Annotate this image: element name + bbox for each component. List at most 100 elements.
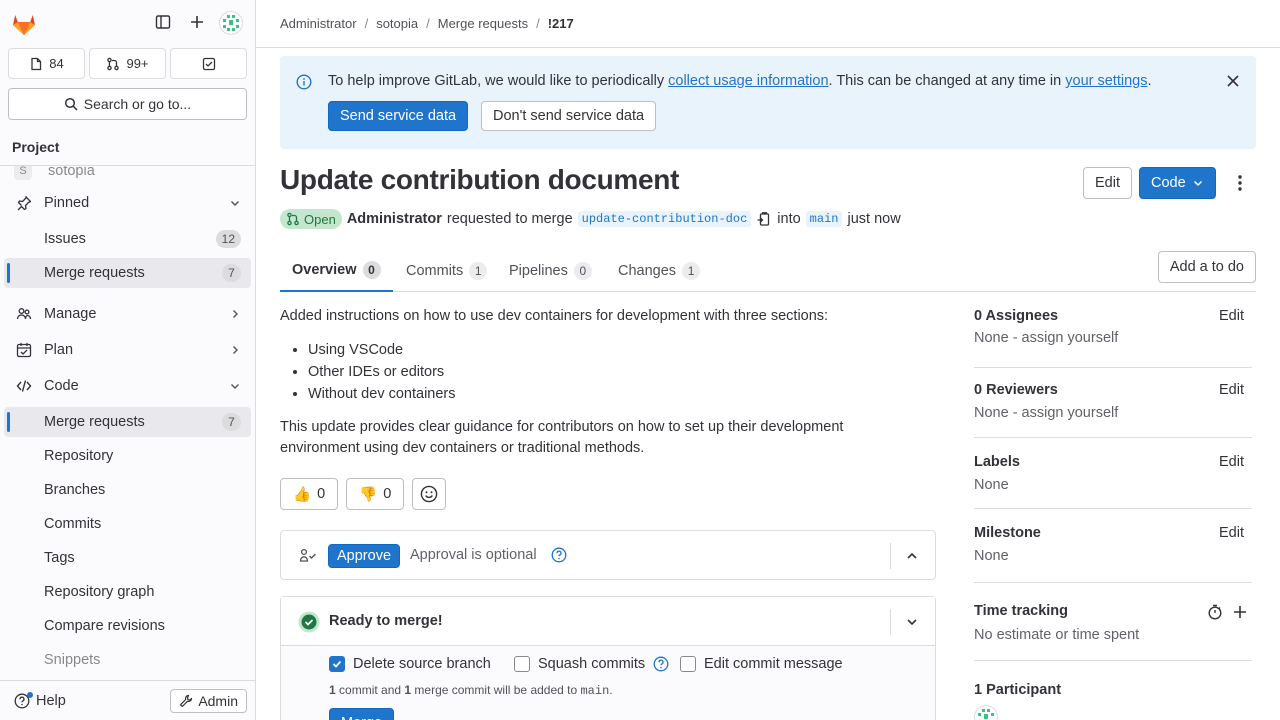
thumbs-up-count: 0 [317,486,326,502]
participant-avatar[interactable] [974,705,998,720]
sidebar-item-commits[interactable]: Commits [4,509,251,539]
approval-optional-text: Approval is optional [410,547,537,563]
checkbox-label: Delete source branch [353,656,491,672]
sidebar-item-pinned-merge-requests[interactable]: Merge requests 7 [4,258,251,288]
sidebar-item-pinned[interactable]: Pinned [4,188,251,218]
user-avatar-icon[interactable] [219,11,243,35]
source-branch[interactable]: update-contribution-doc [577,211,752,227]
reviewers-edit-button[interactable]: Edit [1219,382,1244,398]
code-dropdown-button[interactable]: Code [1139,167,1216,199]
tab-count: 1 [682,262,701,280]
copy-icon[interactable] [756,211,772,227]
sidebar-item-compare-revisions[interactable]: Compare revisions [4,611,251,641]
time-tracking-value: No estimate or time spent [974,627,1140,643]
sidebar-item-label: Snippets [44,652,101,668]
squash-commits-checkbox[interactable]: Squash commits [514,656,669,672]
chevron-up-icon[interactable] [905,549,919,563]
target-branch[interactable]: main [805,211,843,227]
question-icon[interactable] [551,547,567,563]
status-badge: Open [280,209,342,229]
sidebar-top-bar [0,0,255,48]
todos-button[interactable] [170,48,247,79]
description-list: Using VSCode Other IDEs or editors Witho… [308,339,900,405]
usage-information-link[interactable]: collect usage information [668,73,828,89]
thumbs-down-button[interactable]: 👎 0 [346,478,405,510]
breadcrumb-item[interactable]: Administrator [280,16,357,31]
project-section-header: Project [0,130,255,166]
sidebar-project-name[interactable]: S sotopia [4,166,251,186]
create-new-icon[interactable] [189,14,205,30]
dont-send-service-data-button[interactable]: Don't send service data [481,101,657,131]
breadcrumb-separator: / [536,16,540,31]
search-icon [64,97,78,111]
reviewers-title: 0 Reviewers [974,382,1058,398]
gitlab-logo-icon[interactable] [10,10,38,38]
tab-commits[interactable]: Commits 1 [394,250,499,292]
approve-button[interactable]: Approve [328,544,401,568]
ready-to-merge-text: Ready to merge! [329,613,443,629]
list-item: Other IDEs or editors [308,361,900,383]
reviewers-value[interactable]: None - assign yourself [974,405,1118,421]
assignees-edit-button[interactable]: Edit [1219,308,1244,324]
thumbs-down-icon: 👎 [359,486,378,503]
sidebar-item-label: Merge requests [44,414,145,430]
tab-changes[interactable]: Changes 1 [606,250,712,292]
tab-overview[interactable]: Overview 0 [280,250,393,292]
chevron-right-icon [229,344,241,356]
tab-count: 0 [573,262,592,280]
sidebar-item-merge-requests[interactable]: Merge requests 7 [4,407,251,437]
sidebar-item-label: Manage [44,306,97,322]
chevron-down-icon[interactable] [905,615,919,629]
sidebar-toggle-icon[interactable] [155,14,171,30]
issues-count-button[interactable]: 84 [8,48,85,79]
note-branch: main [580,684,610,698]
add-reaction-button[interactable] [412,478,447,510]
labels-edit-button[interactable]: Edit [1219,454,1244,470]
mr-meta: Open Administrator requested to merge up… [280,209,901,229]
question-icon[interactable] [653,656,669,672]
edit-commit-message-checkbox[interactable]: Edit commit message [680,656,843,672]
sidebar-item-tags[interactable]: Tags [4,543,251,573]
author-link[interactable]: Administrator [347,211,442,227]
banner-text: . [1147,73,1152,89]
project-name: sotopia [48,166,95,179]
sidebar-item-plan[interactable]: Plan [4,335,251,365]
users-icon [16,306,32,322]
sidebar-item-label: Compare revisions [44,618,165,634]
help-button[interactable]: Help [14,691,66,709]
add-todo-button[interactable]: Add a to do [1157,251,1256,283]
sidebar-item-branches[interactable]: Branches [4,475,251,505]
labels-block: Labels Edit None [974,438,1252,509]
delete-source-branch-checkbox[interactable]: Delete source branch [329,656,491,672]
add-time-icon[interactable] [1232,604,1248,620]
admin-button[interactable]: Admin [170,688,247,713]
sidebar-item-issues[interactable]: Issues 12 [4,224,251,254]
send-service-data-button[interactable]: Send service data [328,101,469,131]
merge-requests-count-button[interactable]: 99+ [89,48,166,79]
merge-button[interactable]: Merge [329,708,395,720]
breadcrumb-item[interactable]: Merge requests [438,16,528,31]
sidebar-item-repository-graph[interactable]: Repository graph [4,577,251,607]
divider [890,543,891,569]
sidebar-item-manage[interactable]: Manage [4,299,251,329]
thumbs-up-button[interactable]: 👍 0 [280,478,339,510]
page-title: Update contribution document [280,164,680,195]
notification-dot [27,691,33,698]
close-icon[interactable] [1226,74,1240,88]
breadcrumb-current[interactable]: !217 [548,16,574,31]
edit-button[interactable]: Edit [1083,167,1132,199]
settings-link[interactable]: your settings [1065,73,1147,89]
search-button[interactable]: Search or go to... [8,88,247,120]
more-actions-icon[interactable] [1230,173,1250,193]
milestone-edit-button[interactable]: Edit [1219,525,1244,541]
tab-label: Overview [292,262,357,278]
assignees-value[interactable]: None - assign yourself [974,330,1118,346]
tab-count: 1 [469,262,488,280]
sidebar-item-code[interactable]: Code [4,371,251,401]
stopwatch-icon[interactable] [1207,604,1223,620]
tab-pipelines[interactable]: Pipelines 0 [497,250,604,292]
sidebar-item-snippets[interactable]: Snippets [4,645,251,675]
breadcrumb-item[interactable]: sotopia [376,16,418,31]
list-item: Without dev containers [308,383,900,405]
sidebar-item-repository[interactable]: Repository [4,441,251,471]
